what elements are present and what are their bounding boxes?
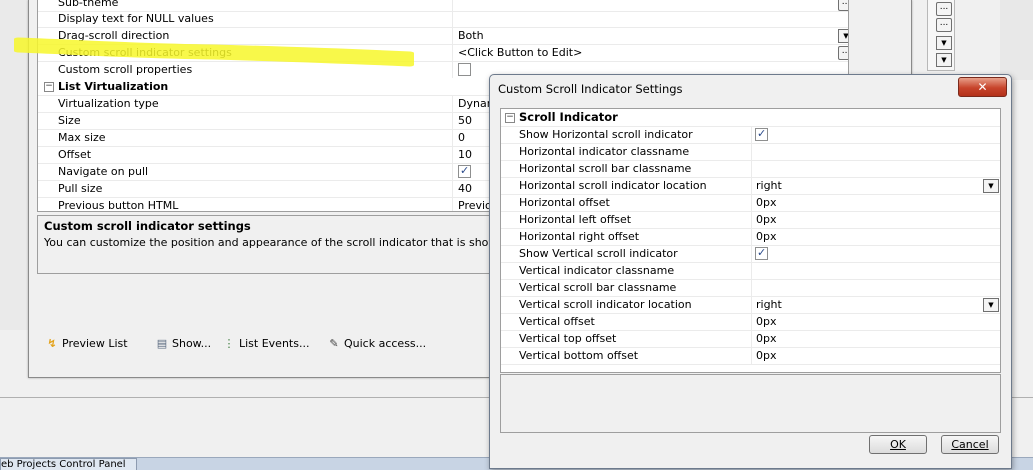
property-name: Size <box>58 112 453 129</box>
list-events-button[interactable]: ⋮ List Events... <box>222 336 310 352</box>
property-name: Vertical scroll bar classname <box>519 279 752 296</box>
property-name: Horizontal offset <box>519 194 752 211</box>
dialog-property-row[interactable]: Horizontal indicator classname <box>501 143 1000 161</box>
tree-icon: ⋮ <box>223 337 235 350</box>
property-value[interactable] <box>756 279 981 296</box>
dialog-property-row[interactable]: Horizontal scroll bar classname <box>501 160 1000 178</box>
property-name: Horizontal scroll bar classname <box>519 160 752 177</box>
collapse-icon[interactable]: − <box>505 113 515 123</box>
property-value[interactable]: 0px <box>756 313 981 330</box>
property-name: Max size <box>58 129 453 146</box>
right-dropdown-button[interactable]: ▼ <box>936 36 952 50</box>
property-name: Virtualization type <box>58 95 453 112</box>
property-value[interactable]: 0px <box>756 347 981 364</box>
property-value[interactable] <box>756 143 981 160</box>
preview-list-button[interactable]: ↯ Preview List <box>45 336 128 352</box>
dialog-property-row[interactable]: Horizontal offset 0px <box>501 194 1000 212</box>
property-value[interactable]: 0px <box>756 194 981 211</box>
far-right-background <box>1000 0 1033 80</box>
dialog-property-row[interactable]: Horizontal scroll indicator location rig… <box>501 177 1000 195</box>
dialog-property-row[interactable]: Vertical indicator classname <box>501 262 1000 280</box>
collapse-icon[interactable]: − <box>44 82 54 92</box>
dropdown-button[interactable]: ▼ <box>983 179 999 193</box>
right-ellipsis-button[interactable]: ... <box>936 2 952 16</box>
taskbar-tab[interactable]: eb Projects Control Panel <box>0 458 137 470</box>
dialog-property-row[interactable]: Vertical scroll bar classname <box>501 279 1000 297</box>
edit-icon: ✎ <box>329 337 339 350</box>
dialog-title: Custom Scroll Indicator Settings <box>498 82 683 96</box>
show-label: Show... <box>172 337 212 350</box>
dialog-property-row[interactable]: Show Horizontal scroll indicator <box>501 126 1000 144</box>
right-ellipsis-button[interactable]: ... <box>936 18 952 32</box>
description-text: You can customize the position and appea… <box>44 236 560 249</box>
property-value[interactable]: 0px <box>756 228 981 245</box>
property-value[interactable]: right <box>756 177 981 194</box>
property-name: Horizontal indicator classname <box>519 143 752 160</box>
dialog-property-row[interactable]: Vertical scroll indicator location right… <box>501 296 1000 314</box>
dialog-property-row[interactable]: Vertical offset 0px <box>501 313 1000 331</box>
dropdown-button[interactable]: ▼ <box>838 29 848 43</box>
close-button[interactable]: ✕ <box>958 77 1007 97</box>
category-label: List Virtualization <box>58 80 169 93</box>
dialog-titlebar[interactable]: Custom Scroll Indicator Settings ✕ <box>490 75 1011 101</box>
dialog-property-row[interactable]: Horizontal left offset 0px <box>501 211 1000 229</box>
property-name: Show Vertical scroll indicator <box>519 245 752 262</box>
property-name: Pull size <box>58 180 453 197</box>
ok-button[interactable]: OK <box>869 435 927 454</box>
property-name: Vertical indicator classname <box>519 262 752 279</box>
property-name: Vertical top offset <box>519 330 752 347</box>
property-name: Horizontal right offset <box>519 228 752 245</box>
property-row[interactable]: Display text for NULL values <box>38 10 848 28</box>
property-value[interactable]: Both <box>458 27 828 44</box>
close-icon: ✕ <box>977 80 988 94</box>
right-dropdown-button[interactable]: ▼ <box>936 53 952 67</box>
property-name: Display text for NULL values <box>58 10 453 27</box>
dialog-property-row[interactable]: Vertical bottom offset 0px <box>501 347 1000 365</box>
checkbox-checked[interactable] <box>755 246 768 260</box>
property-name: Offset <box>58 146 453 163</box>
cancel-label: Cancel <box>951 438 989 451</box>
dialog-property-row[interactable]: Horizontal right offset 0px <box>501 228 1000 246</box>
property-value[interactable] <box>458 10 828 27</box>
ok-label: OK <box>890 438 906 451</box>
property-name: Horizontal scroll indicator location <box>519 177 752 194</box>
property-name: Horizontal left offset <box>519 211 752 228</box>
checkbox[interactable] <box>458 63 471 76</box>
right-panel-column: ... ... ▼ ▼ <box>927 0 955 71</box>
dialog-description-panel <box>500 374 1001 433</box>
property-name: Previous button HTML <box>58 197 453 211</box>
property-value[interactable] <box>756 160 981 177</box>
highlight-annotation <box>14 37 414 67</box>
list-events-label: List Events... <box>239 337 310 350</box>
property-value[interactable] <box>756 262 981 279</box>
show-button[interactable]: ▤ Show... <box>155 336 211 352</box>
property-name: Navigate on pull <box>58 163 453 180</box>
checkbox-checked[interactable] <box>458 164 471 178</box>
scroll-indicator-dialog: Custom Scroll Indicator Settings ✕ − Scr… <box>489 74 1012 469</box>
property-name: Vertical offset <box>519 313 752 330</box>
category-row[interactable]: − Scroll Indicator <box>501 109 1000 127</box>
dialog-property-row[interactable]: Vertical top offset 0px <box>501 330 1000 348</box>
property-value[interactable]: 0px <box>756 330 981 347</box>
property-value[interactable]: right <box>756 296 981 313</box>
description-title: Custom scroll indicator settings <box>44 219 251 233</box>
window-icon: ▤ <box>156 337 168 350</box>
category-label: Scroll Indicator <box>519 110 618 124</box>
quick-access-label: Quick access... <box>344 337 427 350</box>
preview-list-label: Preview List <box>62 337 128 350</box>
cancel-button[interactable]: Cancel <box>941 435 999 454</box>
property-name: Vertical bottom offset <box>519 347 752 364</box>
property-name: Show Horizontal scroll indicator <box>519 126 752 143</box>
dialog-property-row[interactable]: Show Vertical scroll indicator <box>501 245 1000 263</box>
dropdown-button[interactable]: ▼ <box>983 298 999 312</box>
property-value[interactable]: <Click Button to Edit> <box>458 44 828 61</box>
property-name: Vertical scroll indicator location <box>519 296 752 313</box>
quick-access-button[interactable]: ✎ Quick access... <box>327 336 426 352</box>
checkbox-checked[interactable] <box>755 127 768 141</box>
lightning-icon: ↯ <box>47 337 57 350</box>
dialog-property-grid: − Scroll Indicator Show Horizontal scrol… <box>500 108 1001 373</box>
property-value[interactable]: 0px <box>756 211 981 228</box>
ellipsis-button[interactable]: ... <box>838 46 848 60</box>
